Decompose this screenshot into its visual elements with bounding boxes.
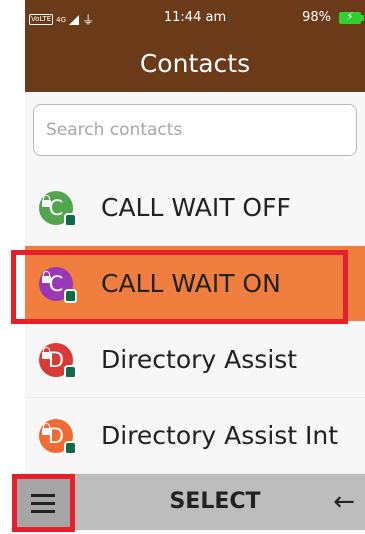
contact-name: CALL WAIT OFF — [101, 193, 291, 222]
menu-softkey[interactable] — [12, 474, 75, 532]
sim-badge-icon — [64, 213, 77, 227]
status-right: 98% ⚡ — [302, 9, 364, 25]
contact-avatar: C — [39, 267, 77, 303]
status-bar: VoLTE 4G ⏚ 11:44 am 98% ⚡ — [25, 0, 365, 36]
sim-badge-icon — [64, 365, 77, 379]
lock-icon — [42, 347, 51, 359]
contact-avatar: C — [39, 191, 77, 227]
hamburger-menu-icon — [31, 492, 55, 514]
lock-icon — [42, 423, 51, 435]
sim-badge-icon — [64, 441, 77, 455]
lock-icon — [42, 271, 51, 283]
sim-badge-icon — [64, 289, 77, 303]
battery-level: 98% — [302, 10, 331, 25]
contact-name: Directory Assist Int — [101, 421, 339, 450]
charging-bolt-icon: ⚡ — [346, 9, 354, 23]
contact-list: C CALL WAIT OFF C CALL WAIT ON D Directo… — [25, 170, 365, 474]
contact-item[interactable]: D Directory Assist — [25, 322, 365, 398]
contact-name: Directory Assist — [101, 345, 298, 374]
search-input[interactable] — [33, 104, 357, 156]
contact-item[interactable]: C CALL WAIT OFF — [25, 170, 365, 246]
phone-screen: VoLTE 4G ⏚ 11:44 am 98% ⚡ Contacts C CAL… — [25, 0, 365, 534]
lock-icon — [42, 195, 51, 207]
contact-avatar: D — [39, 343, 77, 379]
page-title: Contacts — [25, 36, 365, 92]
contact-avatar: D — [39, 419, 77, 455]
search-area — [25, 92, 365, 170]
back-arrow-icon[interactable]: ← — [329, 474, 359, 530]
select-softkey[interactable]: SELECT — [135, 474, 295, 530]
contact-name: CALL WAIT ON — [101, 269, 281, 298]
softkey-bar-background: SELECT ← — [25, 474, 365, 530]
battery-icon: ⚡ — [339, 9, 364, 24]
contact-item-selected[interactable]: C CALL WAIT ON — [25, 246, 365, 322]
contact-item[interactable]: D Directory Assist Int — [25, 398, 365, 474]
